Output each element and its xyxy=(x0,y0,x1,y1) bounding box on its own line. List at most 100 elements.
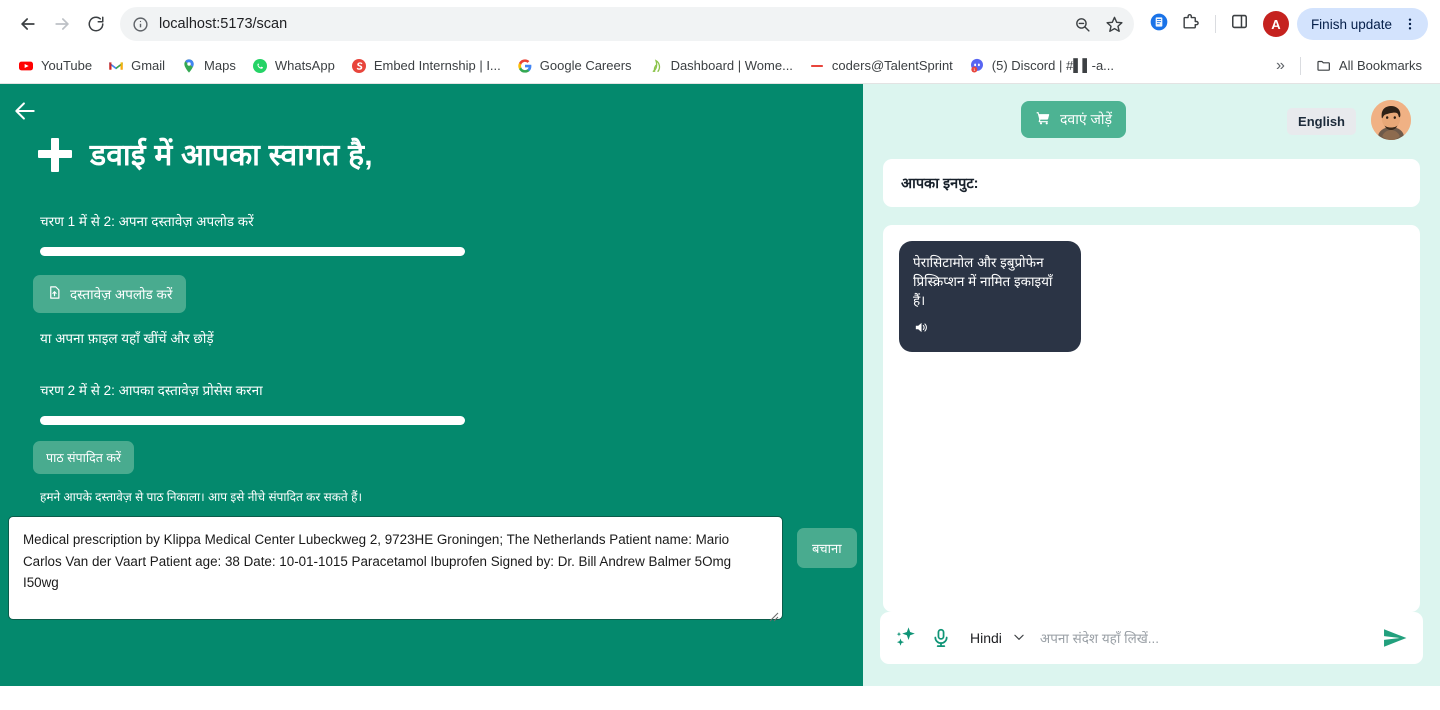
bookmark-label: YouTube xyxy=(41,58,93,73)
step-2-label: चरण 2 में से 2: आपका दस्तावेज़ प्रोसेस क… xyxy=(40,383,263,398)
language-badge[interactable]: English xyxy=(1287,108,1356,135)
forward-button xyxy=(46,8,78,40)
edit-text-button[interactable]: पाठ संपादित करें xyxy=(33,441,135,474)
microphone-icon[interactable] xyxy=(930,627,952,649)
address-bar[interactable]: localhost:5173/scan xyxy=(120,7,1134,41)
language-select-value: Hindi xyxy=(970,630,1002,646)
all-bookmarks-button[interactable]: All Bookmarks xyxy=(1308,54,1430,78)
speaker-volume-icon[interactable] xyxy=(913,319,1067,341)
panel-back-button[interactable] xyxy=(10,98,40,128)
zoom-out-icon[interactable] xyxy=(1074,16,1091,33)
reading-list-icon xyxy=(1149,12,1169,37)
edit-text-button-label: पाठ संपादित करें xyxy=(46,451,122,465)
browser-chrome: localhost:5173/scan A Finish update YouT… xyxy=(0,0,1440,84)
bookmark-whatsapp[interactable]: WhatsApp xyxy=(244,54,343,78)
discord-icon: 1 xyxy=(969,58,985,74)
bookmark-dashboard[interactable]: Dashboard | Wome... xyxy=(640,54,801,78)
finish-update-label: Finish update xyxy=(1310,16,1392,32)
profile-avatar-button[interactable]: A xyxy=(1262,11,1289,37)
extensions-puzzle-icon xyxy=(1181,12,1200,36)
chevron-down-icon xyxy=(1012,630,1026,647)
drag-drop-hint: या अपना फ़ाइल यहाँ खींचें और छोड़ें xyxy=(40,331,214,346)
step-1-progress-bar xyxy=(40,247,465,256)
whatsapp-icon xyxy=(252,58,268,74)
message-composer: Hindi xyxy=(880,612,1423,664)
step-1-label: चरण 1 में से 2: अपना दस्तावेज़ अपलोड करे… xyxy=(40,214,254,229)
page-bottom-strip xyxy=(0,686,1440,710)
bookmark-label: coders@TalentSprint xyxy=(831,58,953,73)
plus-icon xyxy=(38,138,72,172)
message-input[interactable] xyxy=(1035,630,1371,646)
messages-list: पेरासिटामोल और इबुप्रोफेन प्रिस्क्रिप्शन… xyxy=(883,225,1420,612)
chat-panel: दवाएं जोड़ें English आपका इनपुट: पेरासिट… xyxy=(863,84,1440,686)
embed-icon xyxy=(351,58,367,74)
bookmark-maps[interactable]: Maps xyxy=(173,54,244,78)
text-editor-row: बचाना xyxy=(0,516,863,625)
avatar[interactable] xyxy=(1371,100,1411,140)
bookmark-label: WhatsApp xyxy=(274,58,335,73)
shopping-cart-icon xyxy=(1035,110,1051,129)
star-icon[interactable] xyxy=(1105,15,1124,34)
prescription-textarea[interactable] xyxy=(8,516,783,620)
bookmark-label: Maps xyxy=(204,58,236,73)
maps-pin-icon xyxy=(181,58,197,74)
send-paper-plane-icon[interactable] xyxy=(1381,624,1409,652)
bookmark-label: Dashboard | Wome... xyxy=(670,58,793,73)
reading-list-button[interactable] xyxy=(1144,9,1174,39)
extract-hint-text: हमने आपके दस्तावेज़ से पाठ निकाला। आप इस… xyxy=(40,490,363,504)
bookmarks-overflow-button[interactable]: » xyxy=(1268,57,1293,75)
save-button-label: बचाना xyxy=(812,541,842,556)
toolbar-divider xyxy=(1214,15,1216,33)
gmail-icon xyxy=(108,58,124,74)
folder-icon xyxy=(1316,58,1332,74)
add-medicines-button[interactable]: दवाएं जोड़ें xyxy=(1021,101,1126,138)
chat-header: दवाएं जोड़ें English xyxy=(883,98,1420,146)
back-button[interactable] xyxy=(12,8,44,40)
user-input-card: आपका इनपुट: xyxy=(883,159,1420,207)
bookmark-label: (5) Discord | #▌▌-a... xyxy=(991,58,1115,73)
welcome-header: डवाई में आपका स्वागत है, xyxy=(0,84,863,172)
chat-message-text: पेरासिटामोल और इबुप्रोफेन प्रिस्क्रिप्शन… xyxy=(913,255,1053,309)
reload-icon xyxy=(87,15,105,33)
three-dot-menu-icon[interactable] xyxy=(1396,16,1424,32)
file-upload-icon xyxy=(47,285,62,303)
sparkle-ai-icon[interactable] xyxy=(894,625,920,651)
browser-toolbar: localhost:5173/scan A Finish update xyxy=(0,0,1440,48)
bookmark-youtube[interactable]: YouTube xyxy=(10,54,100,78)
back-arrow-icon xyxy=(18,14,38,34)
bookmark-talentsprint[interactable]: coders@TalentSprint xyxy=(801,54,961,78)
all-bookmarks-label: All Bookmarks xyxy=(1338,58,1422,73)
page-title: डवाई में आपका स्वागत है, xyxy=(90,138,373,172)
language-select[interactable]: Hindi xyxy=(962,630,1026,647)
scan-panel: डवाई में आपका स्वागत है, चरण 1 में से 2:… xyxy=(0,84,863,686)
side-panel-button[interactable] xyxy=(1225,9,1255,39)
textarea-wrapper xyxy=(8,516,783,625)
google-g-icon xyxy=(517,58,533,74)
bookmark-discord[interactable]: 1 (5) Discord | #▌▌-a... xyxy=(961,54,1122,78)
bookmark-gmail[interactable]: Gmail xyxy=(100,54,173,78)
upload-document-button[interactable]: दस्तावेज़ अपलोड करें xyxy=(33,275,187,313)
bookmark-embed-internship[interactable]: Embed Internship | I... xyxy=(343,54,509,78)
bookmarks-bar: YouTube Gmail Maps WhatsApp Embed Intern… xyxy=(0,48,1440,84)
extensions-button[interactable] xyxy=(1176,9,1206,39)
upload-button-label: दस्तावेज़ अपलोड करें xyxy=(70,287,173,302)
side-panel-icon xyxy=(1230,12,1249,36)
reload-button[interactable] xyxy=(80,8,112,40)
bookmark-label: Embed Internship | I... xyxy=(373,58,501,73)
bookmark-label: Google Careers xyxy=(539,58,632,73)
step-2-progress-bar xyxy=(40,416,465,425)
url-text[interactable]: localhost:5173/scan xyxy=(159,16,1064,32)
app-container: डवाई में आपका स्वागत है, चरण 1 में से 2:… xyxy=(0,84,1440,686)
chat-message-bubble: पेरासिटामोल और इबुप्रोफेन प्रिस्क्रिप्शन… xyxy=(899,241,1081,352)
info-circle-icon[interactable] xyxy=(132,16,149,33)
save-button[interactable]: बचाना xyxy=(797,528,857,568)
dashboard-icon xyxy=(648,58,664,74)
back-arrow-icon xyxy=(12,98,38,129)
forward-arrow-icon xyxy=(52,14,72,34)
bookmarks-divider xyxy=(1299,56,1301,75)
talentsprint-icon xyxy=(809,58,825,74)
bookmark-google-careers[interactable]: Google Careers xyxy=(509,54,640,78)
add-medicines-label: दवाएं जोड़ें xyxy=(1060,111,1112,127)
finish-update-button[interactable]: Finish update xyxy=(1296,8,1428,40)
